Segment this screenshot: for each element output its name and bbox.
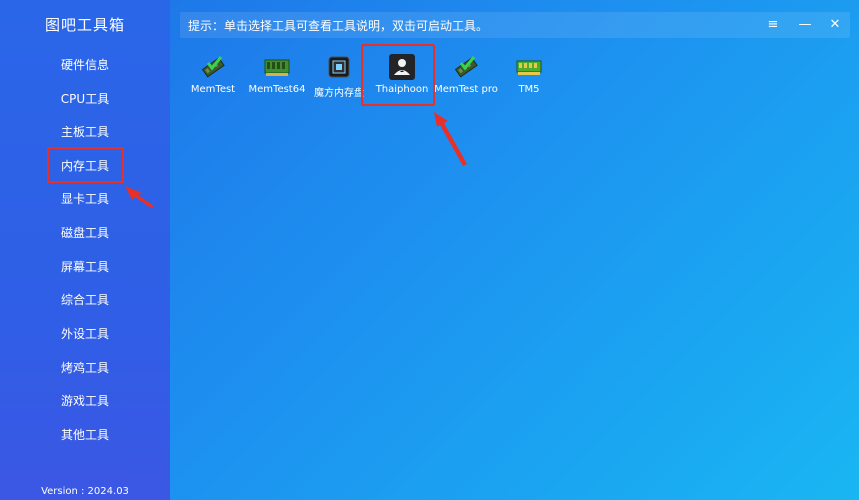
sidebar-item-peripheral-tools[interactable]: 外设工具 xyxy=(0,317,170,351)
close-button[interactable]: ✕ xyxy=(824,14,846,36)
sidebar: 图吧工具箱 硬件信息 CPU工具 主板工具 内存工具 显卡工具 磁盘工具 屏幕工… xyxy=(0,0,170,500)
sidebar-item-hardware-info[interactable]: 硬件信息 xyxy=(0,48,170,82)
tool-memtest[interactable]: MemTest xyxy=(176,50,250,100)
sidebar-item-general-tools[interactable]: 综合工具 xyxy=(0,283,170,317)
sidebar-item-gpu-tools[interactable]: 显卡工具 xyxy=(0,182,170,216)
ram-module-icon xyxy=(516,60,542,75)
tool-tm5[interactable]: TM5 xyxy=(492,50,566,100)
sidebar-item-label: 磁盘工具 xyxy=(60,226,109,240)
sidebar-item-motherboard-tools[interactable]: 主板工具 xyxy=(0,115,170,149)
sidebar-item-other-tools[interactable]: 其他工具 xyxy=(0,418,170,452)
arrow-to-thaiphoon xyxy=(434,112,467,166)
tool-label: MemTest xyxy=(190,84,236,95)
sidebar-item-label: 屏幕工具 xyxy=(60,260,109,274)
sidebar-item-label: 主板工具 xyxy=(60,125,109,139)
hint-bar: 提示：单击选择工具可查看工具说明，双击可启动工具。 ≡ — ✕ xyxy=(180,12,850,38)
sidebar-item-label: 内存工具 xyxy=(60,159,109,173)
sidebar-item-label: 显卡工具 xyxy=(60,192,109,206)
ram-check-icon xyxy=(454,56,478,78)
hint-text: 提示：单击选择工具可查看工具说明，双击可启动工具。 xyxy=(188,19,489,33)
sidebar-item-label: 外设工具 xyxy=(60,327,109,341)
version-label: Version : 2024.03 xyxy=(41,486,129,497)
sidebar-item-label: 综合工具 xyxy=(60,293,109,307)
sidebar-item-stress-tools[interactable]: 烤鸡工具 xyxy=(0,351,170,385)
menu-button[interactable]: ≡ xyxy=(762,14,784,36)
sidebar-item-memory-tools[interactable]: 内存工具 xyxy=(0,149,170,183)
tool-label: TM5 xyxy=(518,84,540,95)
thaiphoon-logo-icon xyxy=(389,54,415,80)
app-title: 图吧工具箱 xyxy=(44,16,125,34)
sidebar-item-disk-tools[interactable]: 磁盘工具 xyxy=(0,216,170,250)
tool-label: Thaiphoon xyxy=(375,84,429,95)
sidebar-item-label: 游戏工具 xyxy=(60,394,109,408)
sidebar-item-label: 硬件信息 xyxy=(60,58,109,72)
tool-thaiphoon[interactable]: Thaiphoon xyxy=(365,50,439,100)
sidebar-item-cpu-tools[interactable]: CPU工具 xyxy=(0,82,170,116)
sidebar-item-label: 烤鸡工具 xyxy=(60,361,109,375)
chip-icon xyxy=(328,56,350,78)
sidebar-item-label: 其他工具 xyxy=(60,428,109,442)
ram-check-icon xyxy=(201,56,225,78)
ram-module-icon xyxy=(264,59,290,76)
minimize-button[interactable]: — xyxy=(794,14,816,36)
sidebar-item-label: CPU工具 xyxy=(60,92,110,106)
sidebar-item-game-tools[interactable]: 游戏工具 xyxy=(0,384,170,418)
sidebar-item-screen-tools[interactable]: 屏幕工具 xyxy=(0,250,170,284)
